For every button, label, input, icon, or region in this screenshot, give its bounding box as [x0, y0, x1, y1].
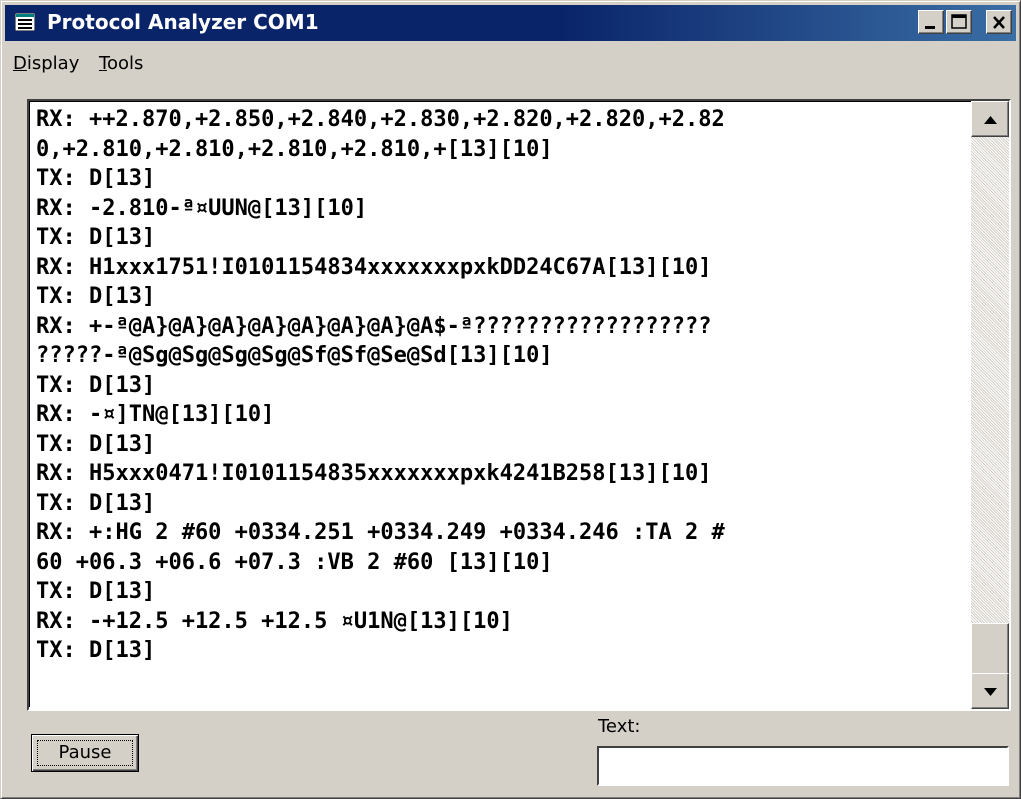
list-window-icon — [14, 12, 36, 32]
protocol-analyzer-window: Protocol Analyzer COM1 Display Tools RX:… — [0, 0, 1021, 799]
log-line: RX: ++2.870,+2.850,+2.840,+2.830,+2.820,… — [36, 107, 725, 132]
close-button[interactable] — [986, 10, 1012, 34]
scroll-down-button[interactable] — [971, 673, 1009, 709]
menu-tools-label: ools — [106, 53, 144, 74]
log-line: RX: H5xxx0471!I0101154835xxxxxxxpxk4241B… — [36, 461, 712, 486]
log-viewport[interactable]: RX: ++2.870,+2.850,+2.840,+2.830,+2.820,… — [29, 101, 971, 707]
menu-tools-mnemonic: T — [99, 53, 107, 74]
log-line: TX: D[13] — [36, 579, 156, 604]
text-input[interactable] — [597, 746, 1009, 786]
minimize-button[interactable] — [918, 10, 944, 34]
log-line: TX: D[13] — [36, 490, 156, 516]
log-panel[interactable]: RX: ++2.870,+2.850,+2.840,+2.830,+2.820,… — [27, 99, 1011, 711]
pause-button[interactable]: Pause — [31, 734, 139, 772]
log-line: 60 +06.3 +06.6 +07.3 :VB 2 #60 [13][10] — [36, 549, 553, 575]
log-line: TX: D[13] — [36, 372, 156, 398]
arrow-down-icon — [984, 688, 997, 696]
vertical-scrollbar[interactable] — [971, 101, 1009, 709]
text-label: Text: — [598, 716, 641, 737]
log-line: RX: H1xxx1751!I0101154834xxxxxxxpxkDD24C… — [36, 254, 712, 280]
minimize-icon — [925, 26, 935, 29]
log-lines: RX: ++2.870,+2.850,+2.840,+2.830,+2.820,… — [30, 105, 725, 666]
menu-bar: Display Tools — [5, 45, 1016, 83]
arrow-up-icon — [984, 116, 997, 124]
log-line: RX: -2.810-ª¤UUN@[13][10] — [36, 195, 368, 221]
log-line: RX: +:HG 2 #60 +0334.251 +0334.249 +0334… — [36, 520, 725, 545]
log-line: 0,+2.810,+2.810,+2.810,+2.810,+[13][10] — [36, 136, 553, 162]
menu-display-label: isplay — [26, 53, 80, 74]
log-line: TX: D[13] — [36, 284, 156, 309]
log-line: TX: D[13] — [36, 166, 156, 191]
log-line: RX: -¤]TN@[13][10] — [36, 402, 275, 427]
maximize-icon — [951, 14, 967, 29]
scroll-thumb[interactable] — [971, 623, 1009, 675]
maximize-button[interactable] — [946, 10, 972, 34]
log-line: TX: D[13] — [36, 431, 156, 457]
menu-tools[interactable]: Tools — [99, 53, 143, 74]
close-icon — [993, 16, 1005, 29]
log-line: ?????-ª@Sg@Sg@Sg@Sg@Sf@Sf@Se@Sd[13][10] — [36, 343, 553, 368]
menu-display-mnemonic: D — [13, 53, 27, 74]
pause-button-label: Pause — [58, 742, 112, 763]
window-title: Protocol Analyzer COM1 — [47, 10, 319, 34]
log-line: TX: D[13] — [36, 638, 156, 663]
log-line: TX: D[13] — [36, 225, 156, 250]
menu-display[interactable]: Display — [13, 53, 79, 74]
log-line: RX: -+12.5 +12.5 +12.5 ¤U1N@[13][10] — [36, 608, 513, 634]
title-bar[interactable]: Protocol Analyzer COM1 — [5, 5, 1016, 41]
log-line: RX: +-ª@A}@A}@A}@A}@A}@A}@A}@A$-ª???????… — [36, 313, 712, 339]
scroll-up-button[interactable] — [971, 101, 1009, 137]
